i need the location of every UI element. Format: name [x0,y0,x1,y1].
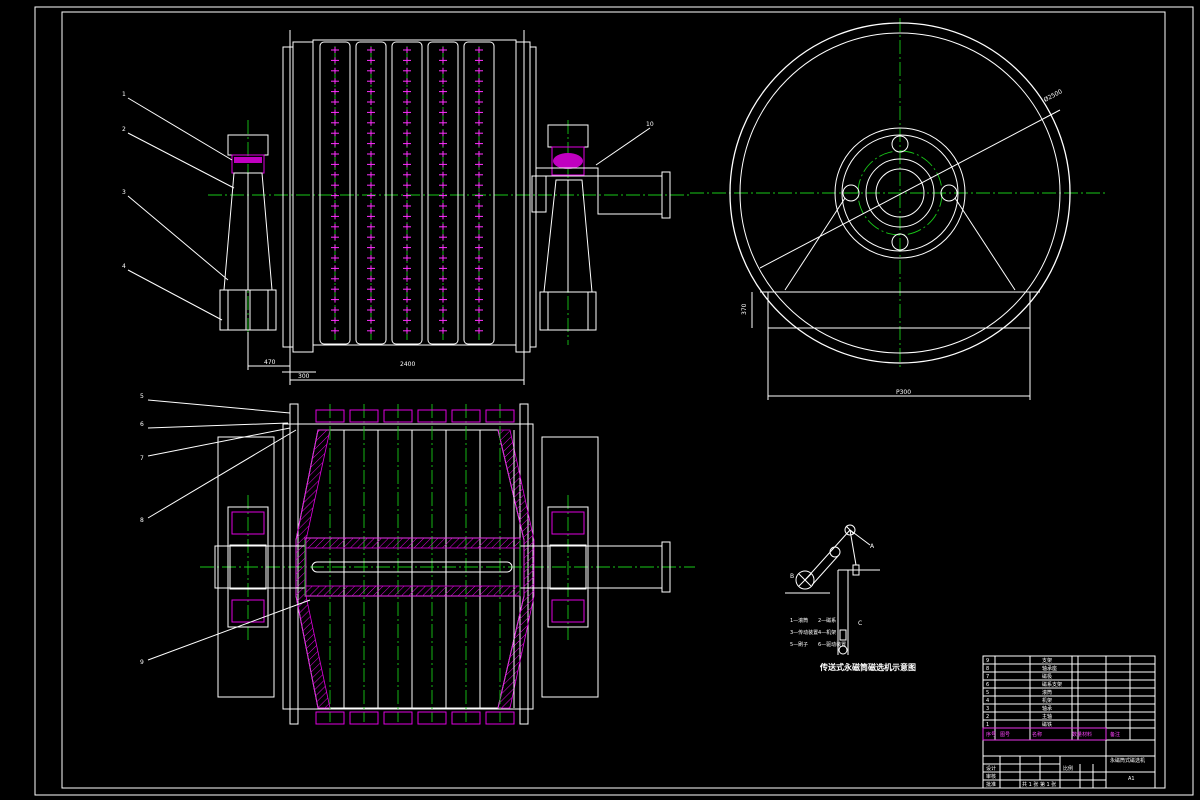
approve-label: 批准 [986,781,996,788]
bom-row-no: 1 [986,722,989,728]
sheet-count: 共 1 张 第 1 张 [1022,781,1056,788]
dim-base-width: P300 [896,389,911,396]
bom-row-no: 5 [986,690,989,696]
legend-item: 6—驱动装置 [818,641,846,648]
title-block: 9 支架 8 轴承座 7 磁极 6 磁系支架 5 滚筒 4 机架 3 轴承 2 主轴 1 磁铁 序号 图号 名称 数量材… [982,655,1156,789]
label-8: 8 [140,517,144,524]
drum-magnet-columns [319,41,495,345]
side-view: Ø2500 P300 370 [690,18,1108,400]
bom-row-name: 磁铁 [1042,721,1052,728]
bom-row-name: 磁极 [1042,673,1052,680]
magnet-column [427,41,459,345]
section-magnet-columns [315,404,515,725]
point-c: C [858,620,862,627]
bom-row-no: 3 [986,706,989,712]
legend-item: 4—机架 [818,629,836,636]
bom-header-cell: 数量 [1072,731,1082,738]
bom-row-name: 支架 [1042,657,1052,664]
section-leaders: 5 6 7 8 9 [140,393,311,666]
checker-label: 审核 [986,773,996,780]
scale-label: 比例 [1063,765,1073,772]
cad-drawing-canvas: 470 300 2400 1 2 3 4 10 Ø2500 P300 370 5… [34,6,1194,796]
legend-item: 3—传动装置 [790,629,818,636]
bom-row-name: 轴承座 [1042,665,1057,672]
label-3: 3 [122,189,126,196]
label-5: 5 [140,393,144,400]
schematic: A B C 1—滚筒 2—磁系3—传动装置 4—机架 5—刷子 6—驱动装置 传送式永磁… [785,524,916,672]
bom-row-name: 主轴 [1042,713,1052,720]
label-9: 9 [140,659,144,666]
bom-header-cell: 名称 [1032,731,1042,738]
bom-header: 序号 图号 名称 数量 材料 备注 [986,731,1120,738]
bom-row-no: 8 [986,666,989,672]
bom-row-no: 4 [986,698,989,704]
bom-row-no: 6 [986,682,989,688]
label-10: 10 [646,121,654,128]
dim-300: 300 [298,373,310,380]
bom-header-cell: 备注 [1110,731,1120,738]
magnet-column [355,41,387,345]
legend-item: 1—滚筒 [790,617,808,624]
bom-header-cell: 序号 [986,731,996,738]
bom-row-no: 7 [986,674,989,680]
label-6: 6 [140,421,144,428]
magnet-column [391,41,423,345]
bom-row-name: 滚筒 [1042,689,1052,696]
sheet-border [34,6,1194,796]
label-4: 4 [122,263,126,270]
schematic-caption: 传送式永磁筒磁选机示意图 [819,662,916,672]
point-a: A [870,543,875,550]
point-b: B [790,573,794,580]
magnet-column [463,41,495,345]
bom-row-name: 轴承 [1042,705,1052,712]
label-2: 2 [122,126,126,133]
sheet-size: A1 [1128,776,1135,782]
front-view: 470 300 2400 1 2 3 4 10 [122,30,690,385]
dim-470: 470 [264,359,276,366]
bom-header-cell: 图号 [1000,732,1010,738]
dim-2400: 2400 [400,361,415,368]
dim-base-height: 370 [741,303,748,315]
magnet-column [319,41,351,345]
bom-row-name: 磁系支架 [1042,681,1062,688]
bom-row-name: 机架 [1042,697,1052,704]
bom-row-no: 2 [986,714,989,720]
bom-row-no: 9 [986,658,989,664]
designer-label: 设计 [986,765,996,772]
bom-table: 9 支架 8 轴承座 7 磁极 6 磁系支架 5 滚筒 4 机架 3 轴承 2 主轴 1 磁铁 [983,656,1155,740]
label-1: 1 [122,91,126,98]
bom-header-cell: 材料 [1082,731,1092,738]
label-7: 7 [140,455,144,462]
legend-item: 2—磁系 [818,617,836,624]
legend-item: 5—刷子 [790,641,808,648]
right-bearing-stand [531,124,671,331]
drawing-title: 永磁筒式磁选机 [1110,757,1145,764]
dim-diameter: Ø2500 [1043,88,1064,104]
section-view: 5 6 7 8 9 [140,393,695,725]
